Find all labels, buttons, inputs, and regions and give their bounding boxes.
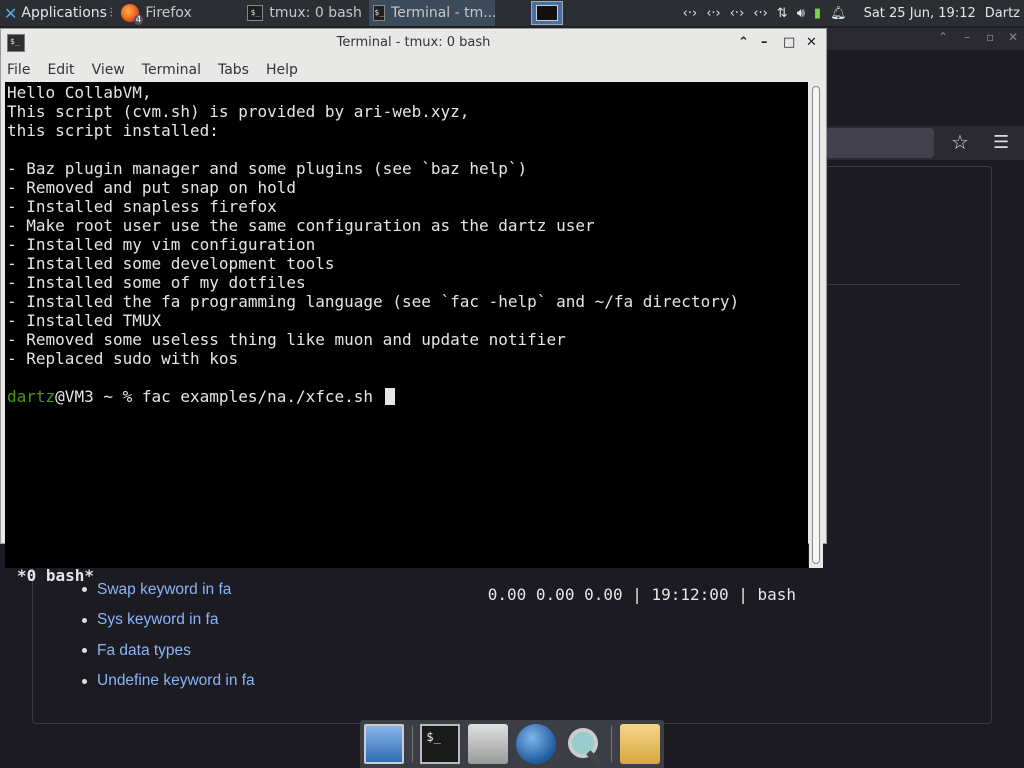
terminal-scrollbar[interactable]: [809, 82, 823, 568]
terminal-window: $_ Terminal - tmux: 0 bash ⌃ – □ ✕ File …: [0, 28, 827, 604]
system-tray: ‹·› ‹·› ‹·› ‹·› ⇅ 🔊︎ ▮ 🔔︎ Sat 25 Jun, 19…: [683, 6, 1024, 21]
transfer-icon[interactable]: ⇅: [777, 6, 788, 21]
terminal-menubar: File Edit View Terminal Tabs Help: [1, 57, 826, 82]
web-browser-icon[interactable]: [515, 724, 556, 764]
minimize-icon[interactable]: –: [761, 29, 768, 57]
menu-help[interactable]: Help: [266, 62, 298, 78]
maximize-icon[interactable]: ▫: [986, 30, 994, 44]
terminal-line: - Installed snapless firefox: [7, 197, 277, 216]
minimize-icon[interactable]: ⌃: [938, 30, 948, 44]
terminal-launcher-icon[interactable]: $_: [420, 724, 461, 764]
list-item-link[interactable]: Sys keyword in fa: [82, 605, 255, 636]
menu-file[interactable]: File: [7, 62, 30, 78]
shade-icon[interactable]: ⌃: [738, 29, 749, 57]
taskbar-tmux[interactable]: $_ tmux: 0 bash: [243, 0, 369, 26]
minimize-icon[interactable]: –: [964, 30, 970, 44]
bookmark-star-icon[interactable]: ☆: [951, 130, 969, 154]
terminal-icon: $_: [247, 5, 264, 21]
battery-icon[interactable]: ▮: [814, 6, 821, 21]
notification-bell-icon[interactable]: 🔔︎: [830, 6, 847, 21]
show-desktop-icon[interactable]: [363, 724, 404, 764]
firefox-toolbar: ☆ ☰: [826, 126, 1024, 160]
menu-terminal[interactable]: Terminal: [142, 62, 201, 78]
tmux-status-info: 0.00 0.00 0.00 | 19:12:00 | bash: [487, 585, 796, 604]
network-icon[interactable]: ‹·›: [730, 6, 745, 21]
maximize-icon[interactable]: □: [783, 29, 795, 57]
close-icon[interactable]: ✕: [1008, 30, 1018, 44]
menu-edit[interactable]: Edit: [47, 62, 74, 78]
terminal-line: - Installed the fa programming language …: [7, 292, 740, 311]
terminal-line: this script installed:: [7, 121, 219, 140]
list-item-link[interactable]: Fa data types: [82, 636, 255, 667]
terminal-line: - Removed some useless thing like muon a…: [7, 330, 566, 349]
terminal-line: - Installed some of my dotfiles: [7, 273, 306, 292]
close-icon[interactable]: ✕: [806, 29, 817, 57]
xfce-logo-icon: ✕: [4, 3, 18, 23]
terminal-line: - Installed some development tools: [7, 254, 335, 273]
dock: $_: [360, 720, 664, 768]
home-folder-icon[interactable]: [468, 724, 509, 764]
menu-view[interactable]: View: [92, 62, 125, 78]
network-icon[interactable]: ‹·›: [683, 6, 698, 21]
firefox-icon: 4: [121, 4, 144, 25]
terminal-line: - Make root user use the same configurat…: [7, 216, 595, 235]
taskbar-terminal[interactable]: $_ Terminal - tm...: [369, 0, 496, 26]
tmux-window-name[interactable]: *0 bash*: [17, 566, 94, 585]
firefox-titlebar: ⌃ – ▫ ✕: [826, 28, 1024, 50]
terminal-line: This script (cvm.sh) is provided by ari-…: [7, 102, 470, 121]
window-title: Terminal - tmux: 0 bash: [336, 35, 491, 50]
search-icon[interactable]: [564, 724, 604, 764]
top-panel: ✕ Applications ⁝ 4 Firefox $_ tmux: 0 ba…: [0, 0, 1024, 26]
network-icon[interactable]: ‹·›: [706, 6, 721, 21]
taskbar-firefox[interactable]: 4 Firefox: [117, 0, 243, 26]
prompt-user: dartz: [7, 387, 56, 406]
terminal-icon: $_: [7, 34, 25, 52]
terminal-line: - Installed TMUX: [7, 311, 162, 330]
scrollbar-thumb[interactable]: [812, 86, 820, 564]
terminal-line: - Removed and put snap on hold: [7, 178, 296, 197]
clock[interactable]: Sat 25 Jun, 19:12: [864, 6, 976, 21]
workspace-switcher[interactable]: [531, 1, 564, 25]
terminal-line: - Replaced sudo with kos: [7, 349, 239, 368]
text-cursor: [384, 388, 395, 405]
user-name[interactable]: Dartz: [985, 6, 1020, 21]
prompt-command: @VM3 ~ % fac examples/na./xfce.sh: [55, 387, 383, 406]
terminal-line: Hello CollabVM,: [7, 83, 152, 102]
terminal-line: - Installed my vim configuration: [7, 235, 316, 254]
command-prompt[interactable]: dartz@VM3 ~ % fac examples/na./xfce.sh: [7, 387, 806, 406]
menu-tabs[interactable]: Tabs: [218, 62, 249, 78]
list-item-link[interactable]: Undefine keyword in fa: [82, 666, 255, 697]
terminal-line: - Baz plugin manager and some plugins (s…: [7, 159, 528, 178]
folder-icon[interactable]: [620, 724, 661, 764]
applications-label: Applications: [21, 5, 107, 21]
url-bar[interactable]: [826, 128, 934, 158]
hamburger-menu-icon[interactable]: ☰: [993, 132, 1009, 153]
tmux-status-bar: *0 bash* 0.00 0.00 0.00 | 19:12:00 | bas…: [5, 547, 808, 604]
divider: [826, 284, 960, 285]
terminal-titlebar[interactable]: $_ Terminal - tmux: 0 bash ⌃ – □ ✕: [1, 29, 826, 57]
applications-menu[interactable]: ✕ Applications ⁝: [0, 0, 117, 26]
terminal-output[interactable]: Hello CollabVM, This script (cvm.sh) is p…: [5, 82, 808, 604]
network-icon[interactable]: ‹·›: [753, 6, 768, 21]
terminal-icon: $_: [373, 5, 386, 21]
volume-icon[interactable]: 🔊︎: [797, 6, 805, 21]
